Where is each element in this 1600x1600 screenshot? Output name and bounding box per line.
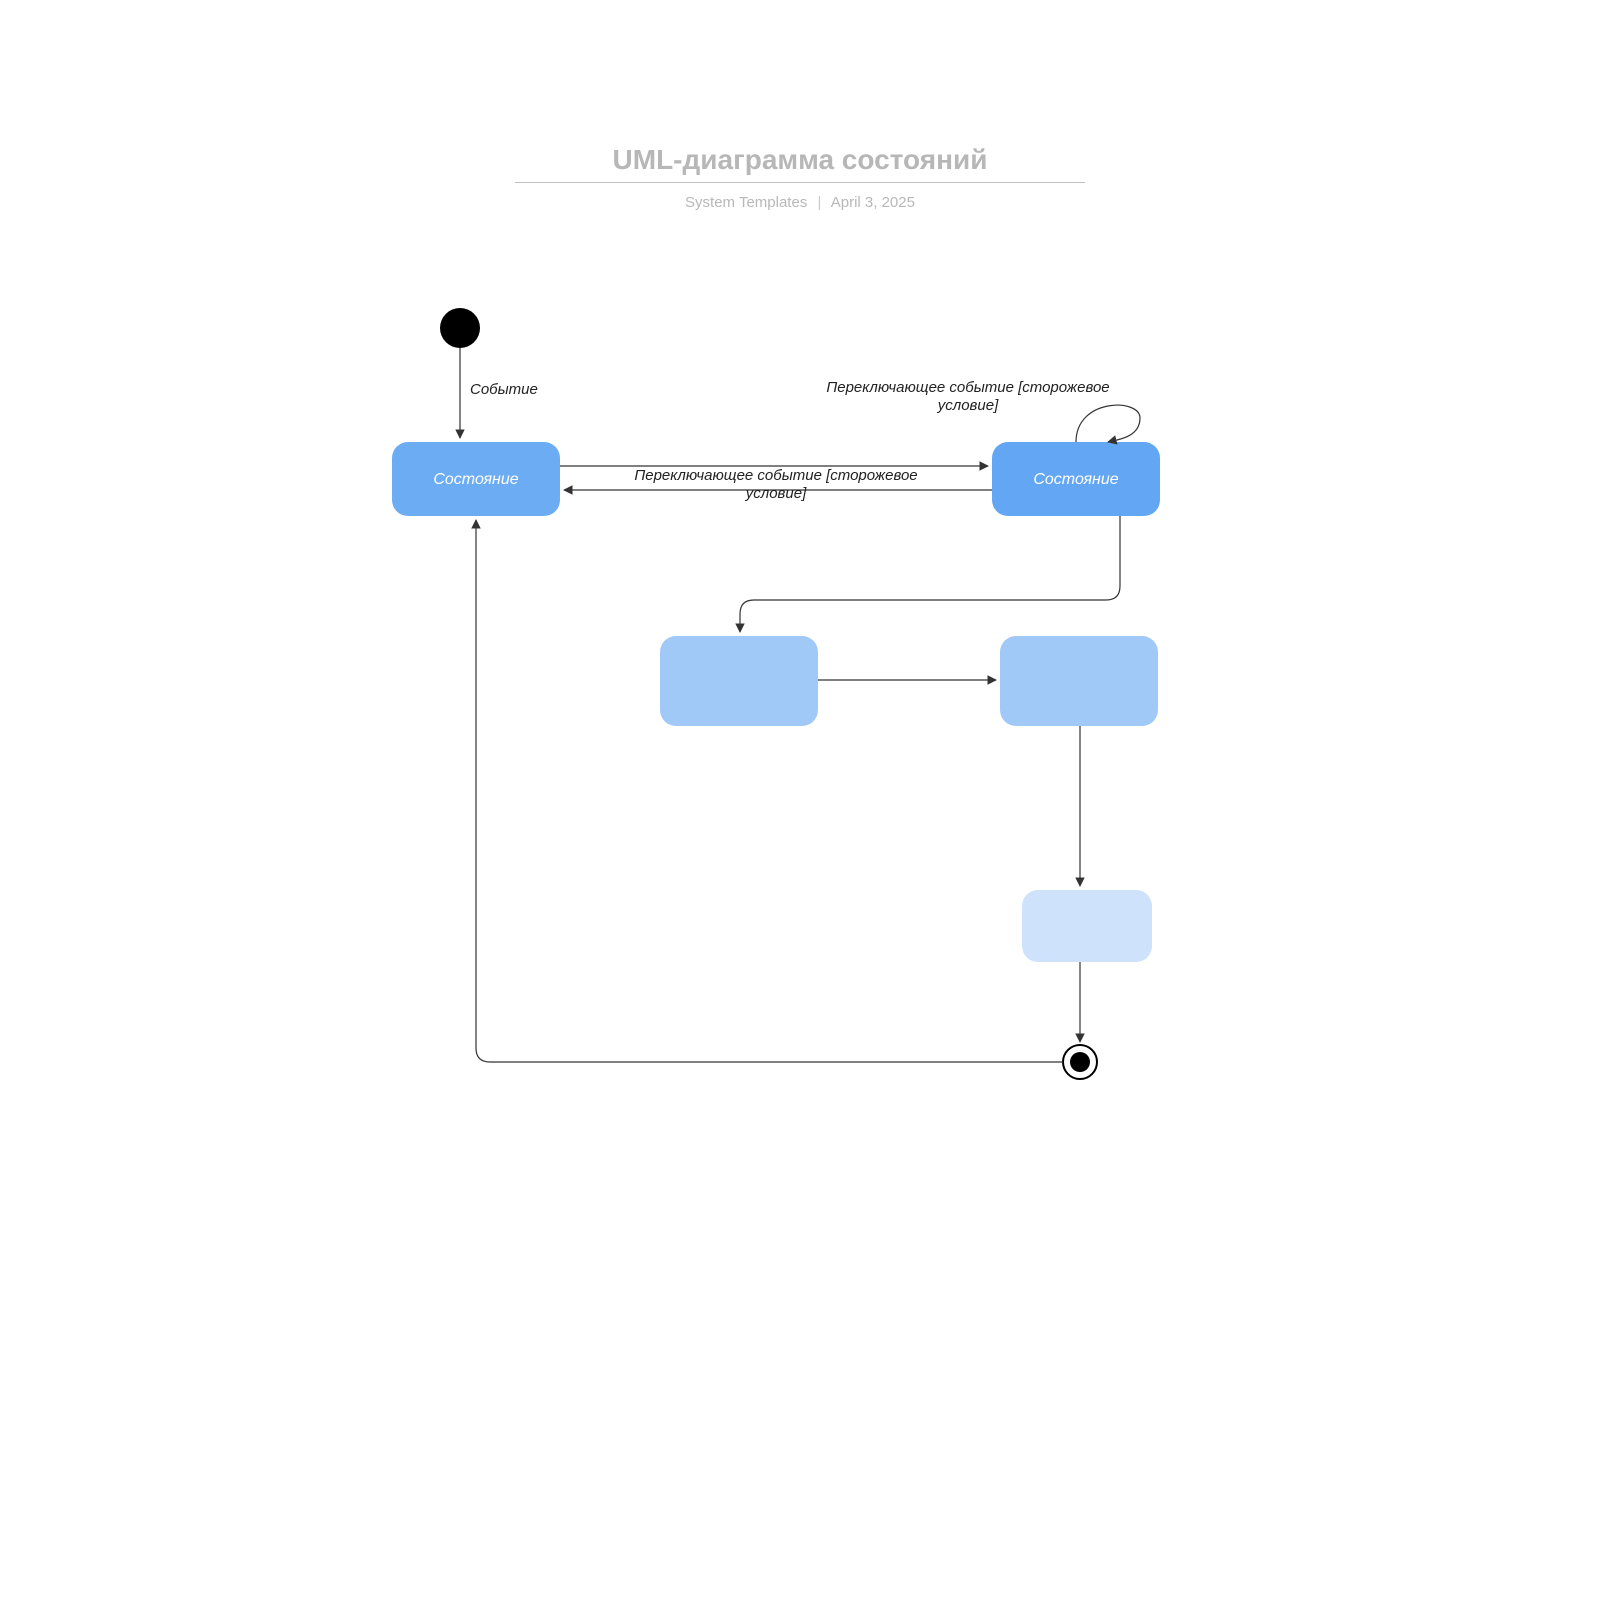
initial-state-icon: [440, 308, 480, 348]
final-state-icon: [1063, 1045, 1097, 1079]
edge-label-self-loop-line2: условие]: [937, 397, 999, 414]
edge-state2-to-state3: [740, 516, 1120, 632]
state-node-4: [1000, 636, 1158, 726]
state-node-5: [1022, 890, 1152, 962]
state-node-1-label: Состояние: [433, 471, 518, 488]
state-node-2-label: Состояние: [1033, 471, 1118, 488]
edge-final-to-state1: [476, 520, 1063, 1062]
edge-label-initial-to-state1: Событие: [470, 381, 538, 398]
edge-label-switch-1-line1: Переключающее событие [сторожевое: [634, 467, 917, 484]
state-node-3: [660, 636, 818, 726]
edge-label-self-loop-line1: Переключающее событие [сторожевое: [826, 379, 1109, 396]
edge-state2-self-loop: [1076, 405, 1140, 442]
edge-label-switch-1-line2: условие]: [745, 485, 807, 502]
state-diagram-canvas: Событие Состояние Состояние Переключающе…: [0, 0, 1600, 1600]
